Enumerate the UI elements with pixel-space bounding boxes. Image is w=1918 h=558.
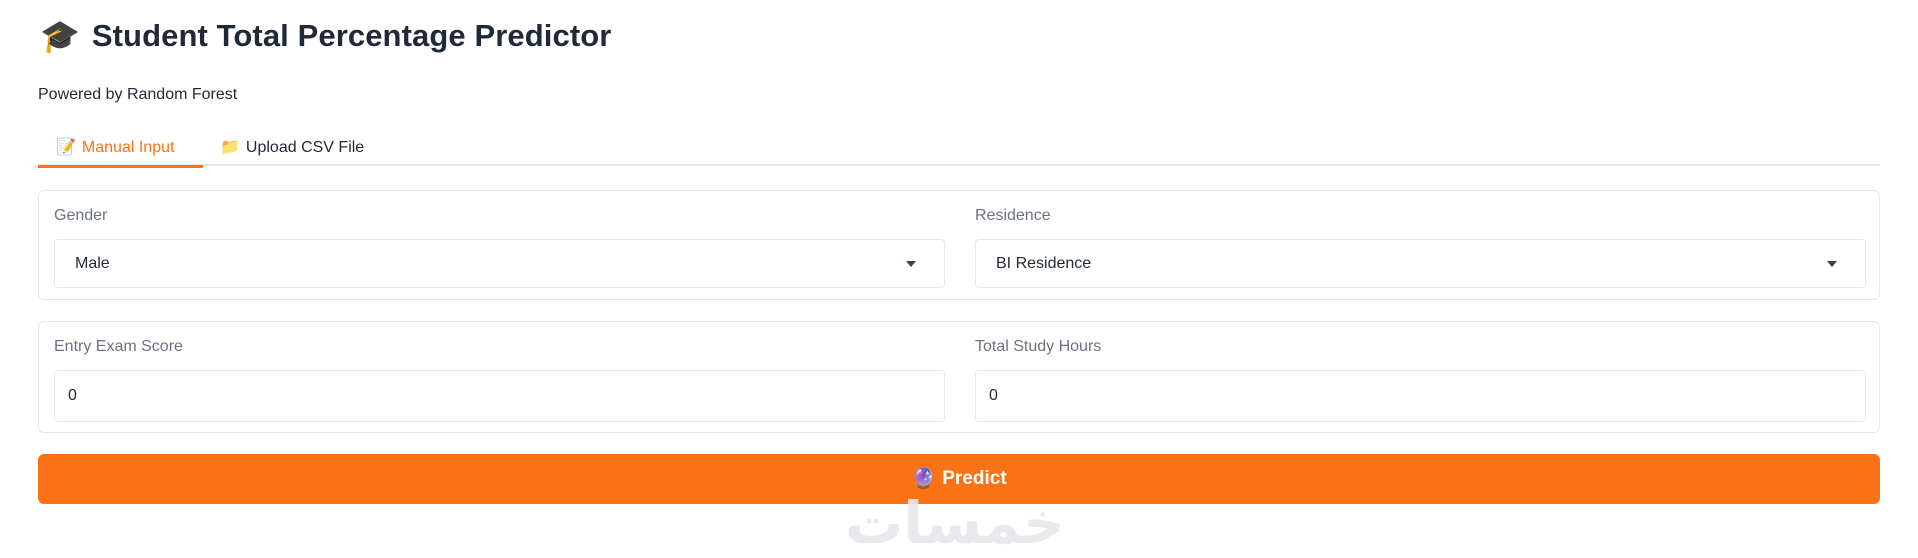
watermark-logo: خمسات — [845, 489, 1065, 557]
residence-dropdown[interactable]: BI Residence — [975, 239, 1866, 288]
total-study-hours-label: Total Study Hours — [975, 338, 1102, 355]
chevron-down-icon — [906, 261, 916, 267]
tab-bar: 📝 Manual Input 📁 Upload CSV File — [38, 130, 1880, 168]
entry-exam-score-label: Entry Exam Score — [54, 338, 183, 355]
tab-upload-csv[interactable]: 📁 Upload CSV File — [220, 130, 370, 166]
page-header: 🎓 Student Total Percentage Predictor — [40, 18, 611, 54]
total-study-hours-input[interactable] — [975, 370, 1866, 422]
graduation-cap-icon: 🎓 — [40, 18, 80, 54]
folder-icon: 📁 — [220, 139, 240, 156]
chevron-down-icon — [1827, 261, 1837, 267]
page-subtitle: Powered by Random Forest — [38, 86, 238, 103]
gender-dropdown[interactable]: Male — [54, 239, 945, 288]
crystal-ball-icon: 🔮 — [911, 468, 937, 490]
predict-button-label: Predict — [942, 468, 1007, 489]
app-page: 🎓 Student Total Percentage Predictor Pow… — [0, 0, 1918, 558]
entry-exam-score-input[interactable] — [54, 370, 945, 422]
numbers-panel: Entry Exam Score Total Study Hours — [38, 321, 1880, 433]
tab-label: Upload CSV File — [245, 139, 365, 156]
residence-label: Residence — [975, 207, 1051, 224]
residence-selected-value: BI Residence — [996, 254, 1092, 272]
page-title: Student Total Percentage Predictor — [91, 18, 612, 53]
gender-label: Gender — [54, 207, 108, 224]
gender-selected-value: Male — [75, 254, 110, 272]
memo-icon: 📝 — [56, 139, 76, 156]
demographics-panel: Gender Male Residence BI Residence — [38, 190, 1880, 300]
tab-manual-input[interactable]: 📝 Manual Input — [38, 130, 203, 168]
tab-label: Manual Input — [81, 139, 175, 156]
